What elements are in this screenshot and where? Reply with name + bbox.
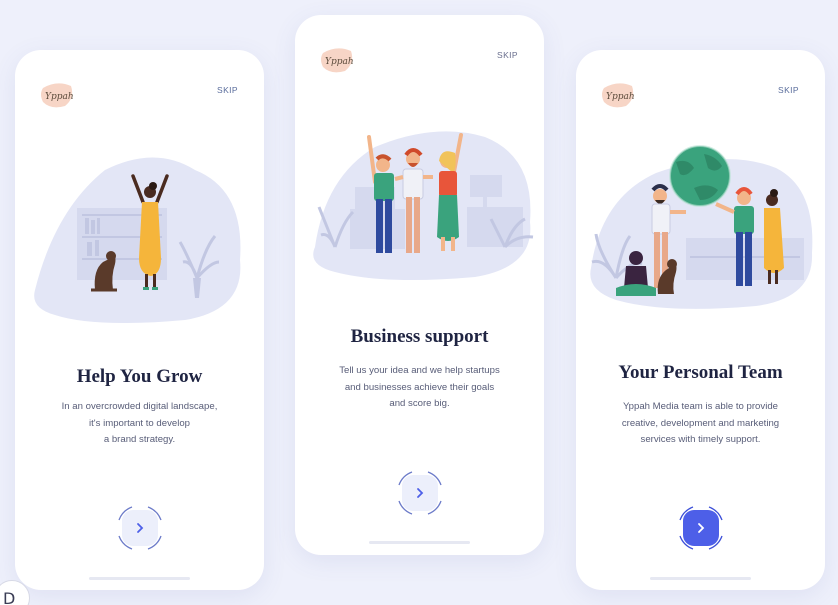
next-button-body[interactable] bbox=[683, 510, 719, 546]
chevron-right-icon bbox=[698, 523, 705, 533]
next-button[interactable] bbox=[677, 504, 725, 552]
screen-title: Help You Grow bbox=[76, 366, 203, 387]
next-button[interactable] bbox=[116, 504, 164, 552]
skip-button[interactable]: SKIP bbox=[778, 85, 799, 95]
next-button-body[interactable] bbox=[402, 475, 438, 511]
description-line: it's important to develop bbox=[88, 417, 191, 429]
description-line: In an overcrowded digital landscape, bbox=[61, 401, 218, 412]
description-line: a brand strategy. bbox=[103, 434, 176, 445]
screen-description: Yppah Media team is able to provide crea… bbox=[604, 399, 797, 449]
svg-text:Yppah: Yppah bbox=[325, 57, 354, 67]
chevron-right-icon bbox=[417, 488, 424, 498]
screen-title: Your Personal Team bbox=[618, 362, 783, 383]
onboarding-screen-1: Yppah SKIP Help You Grow In an overcrowd… bbox=[15, 50, 264, 590]
skip-button[interactable]: SKIP bbox=[497, 50, 518, 60]
description-line: and businesses achieve their goals bbox=[344, 381, 495, 393]
description-line: Yppah Media team is able to provide bbox=[622, 401, 778, 412]
screen-title: Business support bbox=[350, 326, 489, 347]
description-line: creative, development and marketing bbox=[621, 417, 780, 429]
onboarding-screen-2: Yppah SKIP Business support Tell us your… bbox=[295, 15, 544, 555]
next-button[interactable] bbox=[396, 469, 444, 517]
home-indicator bbox=[369, 541, 470, 544]
yppah-logo: Yppah bbox=[41, 83, 74, 108]
screen-description: In an overcrowded digital landscape, it'… bbox=[43, 399, 236, 449]
svg-text:Yppah: Yppah bbox=[606, 92, 635, 102]
home-indicator bbox=[650, 577, 751, 580]
grow-illustration bbox=[34, 157, 241, 324]
description-line: services with timely support. bbox=[640, 434, 761, 445]
screen-description: Tell us your idea and we help startups a… bbox=[323, 363, 516, 413]
team-illustration bbox=[590, 145, 813, 309]
skip-button[interactable]: SKIP bbox=[217, 85, 238, 95]
description-line: Tell us your idea and we help startups bbox=[339, 365, 500, 376]
yppah-logo: Yppah bbox=[321, 48, 354, 73]
svg-text:Yppah: Yppah bbox=[45, 92, 74, 102]
description-line: and score big. bbox=[389, 398, 450, 409]
home-indicator bbox=[89, 577, 190, 580]
yppah-logo: Yppah bbox=[602, 83, 635, 108]
business-illustration bbox=[313, 131, 534, 281]
onboarding-screen-3: Yppah SKIP Your Personal Team Yppah Medi… bbox=[576, 50, 825, 590]
next-button-body[interactable] bbox=[122, 510, 158, 546]
chevron-right-icon bbox=[137, 523, 144, 533]
